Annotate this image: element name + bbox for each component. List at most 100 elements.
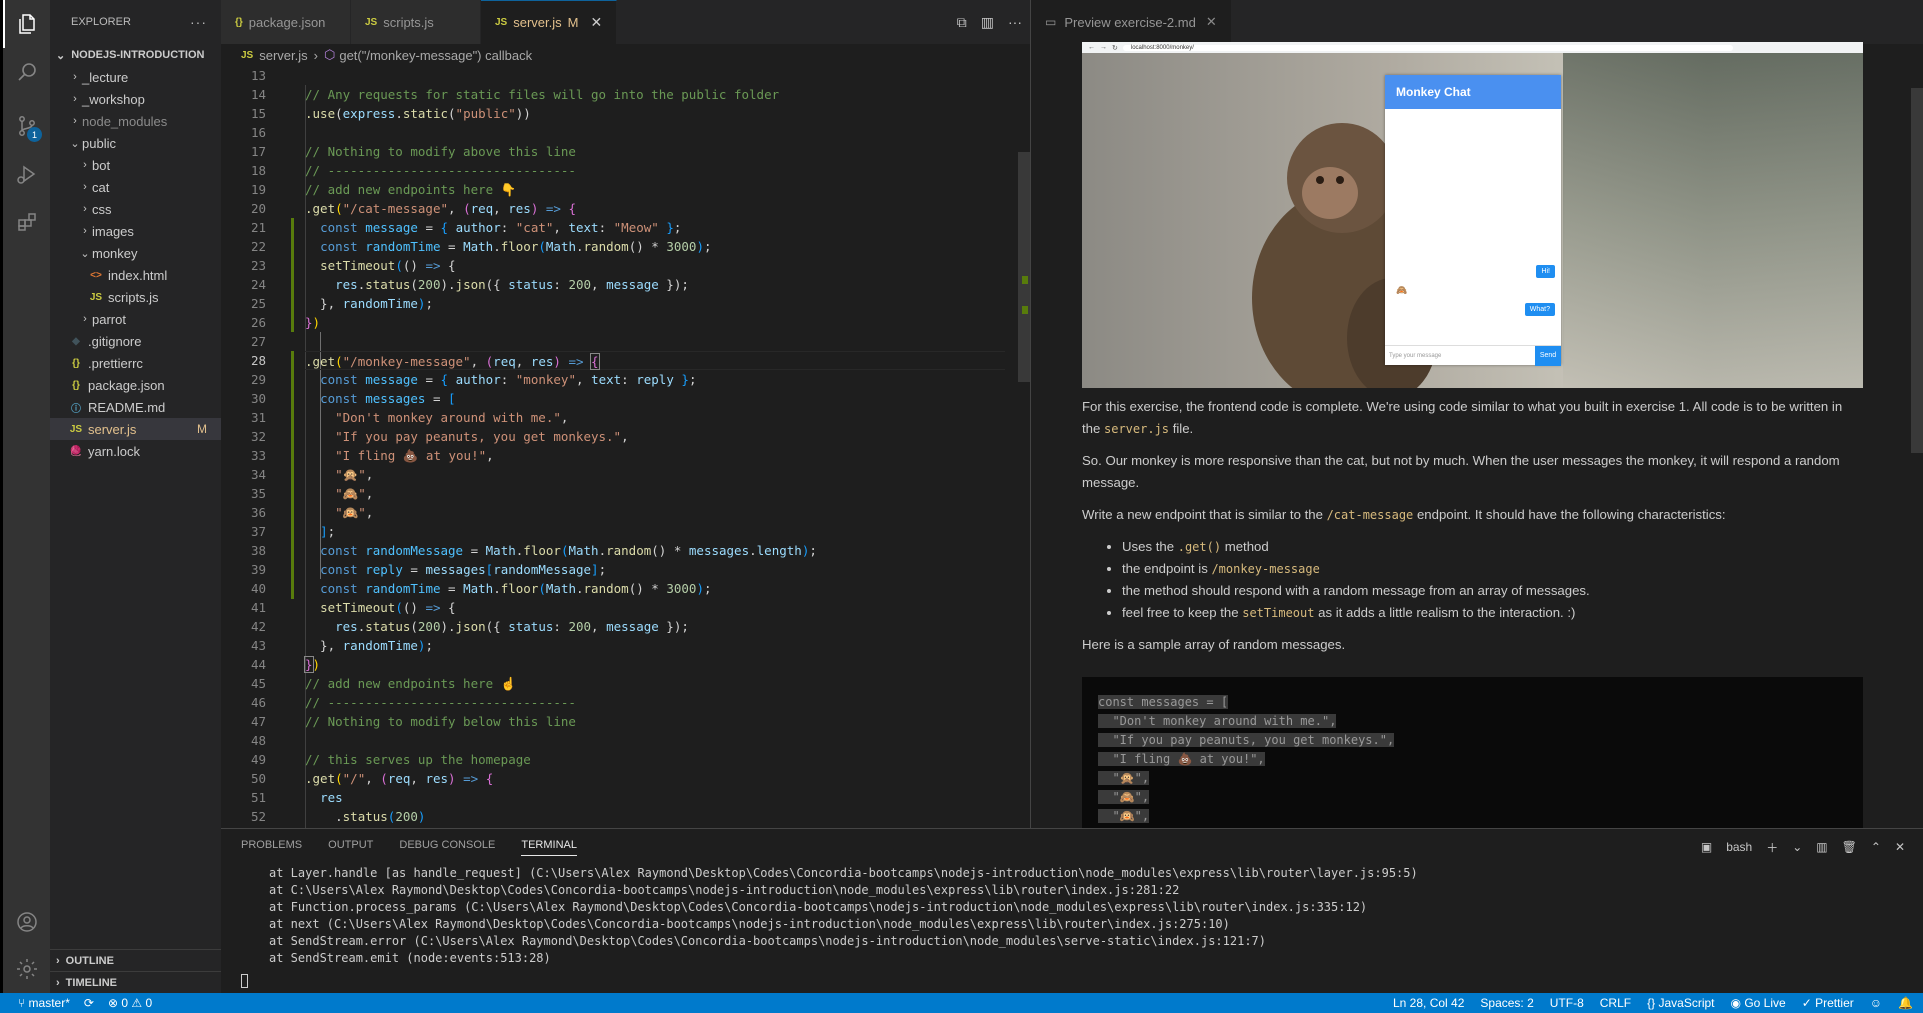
new-terminal-icon[interactable]: ＋: [1766, 839, 1778, 856]
split-editor-icon[interactable]: ▥: [981, 14, 994, 31]
maximize-panel-icon[interactable]: ⌃: [1871, 840, 1881, 854]
split-terminal-icon[interactable]: ▥: [1816, 840, 1827, 854]
breadcrumb-symbol[interactable]: get("/monkey-message") callback: [339, 48, 532, 63]
tree-item[interactable]: ◆ .gitignore: [50, 330, 221, 352]
prettier-button[interactable]: ✓ Prettier: [1802, 996, 1854, 1010]
code-line[interactable]: "🙊",: [305, 465, 1005, 484]
tree-item[interactable]: › node_modules: [50, 110, 221, 132]
code-line[interactable]: }, randomTime);: [305, 294, 1005, 313]
editor-tab[interactable]: {} package.json: [221, 0, 351, 44]
code-line[interactable]: res: [305, 788, 1005, 807]
panel-tab-problems[interactable]: PROBLEMS: [241, 839, 302, 856]
code-line[interactable]: const messages = [: [305, 389, 1005, 408]
tree-item[interactable]: <> index.html: [50, 264, 221, 286]
more-actions-icon[interactable]: ···: [1008, 14, 1022, 30]
code-line[interactable]: .use(express.static("public")): [305, 104, 1005, 123]
code-line[interactable]: // ---------------------------------: [305, 161, 1005, 180]
code-line[interactable]: ];: [305, 522, 1005, 541]
workspace-root[interactable]: ⌄ NODEJS-INTRODUCTION: [50, 44, 221, 66]
code-line[interactable]: res.status(200).json({ status: 200, mess…: [305, 275, 1005, 294]
code-line[interactable]: [305, 731, 1005, 750]
editor-tab[interactable]: JS scripts.js: [351, 0, 481, 44]
code-line[interactable]: }): [305, 313, 1005, 332]
problems-item[interactable]: ⊗ 0 ⚠ 0: [108, 996, 152, 1010]
code-line[interactable]: .get("/", (req, res) => {: [305, 769, 1005, 788]
code-line[interactable]: setTimeout(() => {: [305, 598, 1005, 617]
panel-tab-debug-console[interactable]: DEBUG CONSOLE: [399, 839, 495, 856]
code-line[interactable]: // Nothing to modify above this line: [305, 142, 1005, 161]
language-mode[interactable]: {} JavaScript: [1647, 996, 1714, 1010]
feedback-icon[interactable]: ☺: [1870, 996, 1882, 1010]
tree-item[interactable]: › bot: [50, 154, 221, 176]
code-line[interactable]: // add new endpoints here 👇: [305, 180, 1005, 199]
code-editor[interactable]: 13 14 15 16 17 18 19 20 21 22 23 24 25 26 27 28 29 30 31 32…: [221, 66, 1030, 828]
tree-item[interactable]: › _workshop: [50, 88, 221, 110]
tree-item[interactable]: JS server.js M: [50, 418, 221, 440]
sync-icon[interactable]: ⟳: [84, 996, 94, 1010]
code-lines[interactable]: // Any requests for static files will go…: [304, 66, 1005, 826]
preview-scrollbar[interactable]: [1911, 88, 1923, 453]
tree-item[interactable]: › _lecture: [50, 66, 221, 88]
editor-tab[interactable]: JS server.js M ✕: [481, 0, 618, 44]
code-line[interactable]: const randomTime = Math.floor(Math.rando…: [305, 237, 1005, 256]
tree-item[interactable]: JS scripts.js: [50, 286, 221, 308]
bell-icon[interactable]: 🔔: [1898, 996, 1913, 1010]
account-icon[interactable]: [3, 898, 50, 946]
panel-tab-output[interactable]: OUTPUT: [328, 839, 373, 856]
preview-tab[interactable]: ▭ Preview exercise-2.md ✕: [1031, 0, 1231, 44]
more-actions-icon[interactable]: ···: [190, 14, 207, 30]
terminal-output[interactable]: at Layer.handle [as handle_request] (C:\…: [221, 865, 1923, 967]
breadcrumb-file[interactable]: server.js: [259, 48, 307, 63]
search-icon[interactable]: [3, 48, 50, 96]
code-line[interactable]: res.status(200).json({ status: 200, mess…: [305, 617, 1005, 636]
trash-icon[interactable]: 🗑: [1842, 840, 1857, 854]
code-line[interactable]: // Nothing to modify below this line: [305, 712, 1005, 731]
tree-item[interactable]: › css: [50, 198, 221, 220]
chevron-down-icon[interactable]: ⌄: [1792, 840, 1802, 854]
code-line[interactable]: const message = { author: "monkey", text…: [305, 370, 1005, 389]
tree-item[interactable]: ⌄ public: [50, 132, 221, 154]
code-line[interactable]: // add new endpoints here ☝️: [305, 674, 1005, 693]
tree-item[interactable]: 🧶 yarn.lock: [50, 440, 221, 462]
code-line[interactable]: .status(200): [305, 807, 1005, 826]
terminal-shell-name[interactable]: bash: [1726, 840, 1752, 854]
source-control-icon[interactable]: 1: [3, 102, 50, 150]
run-debug-icon[interactable]: [3, 150, 50, 198]
code-line[interactable]: const reply = messages[randomMessage];: [305, 560, 1005, 579]
tree-item[interactable]: {} .prettierrc: [50, 352, 221, 374]
code-line[interactable]: // ---------------------------------: [305, 693, 1005, 712]
code-line[interactable]: .get("/monkey-message", (req, res) => {: [305, 351, 1005, 370]
tree-item[interactable]: ⓘ README.md: [50, 396, 221, 418]
code-line[interactable]: "I fling 💩 at you!",: [305, 446, 1005, 465]
panel-tab-terminal[interactable]: TERMINAL: [521, 839, 577, 856]
close-icon[interactable]: ✕: [1206, 14, 1217, 30]
code-line[interactable]: // Any requests for static files will go…: [305, 85, 1005, 104]
indentation[interactable]: Spaces: 2: [1480, 996, 1533, 1010]
tree-item[interactable]: › cat: [50, 176, 221, 198]
code-line[interactable]: "🙉",: [305, 503, 1005, 522]
code-line[interactable]: [305, 332, 1005, 351]
code-line[interactable]: const randomTime = Math.floor(Math.rando…: [305, 579, 1005, 598]
settings-gear-icon[interactable]: [3, 945, 50, 993]
code-line[interactable]: .get("/cat-message", (req, res) => {: [305, 199, 1005, 218]
code-line[interactable]: }, randomTime);: [305, 636, 1005, 655]
tree-item[interactable]: {} package.json: [50, 374, 221, 396]
code-line[interactable]: "Don't monkey around with me.",: [305, 408, 1005, 427]
code-line[interactable]: [305, 66, 1005, 85]
tree-item[interactable]: › images: [50, 220, 221, 242]
branch-item[interactable]: ⑂ master*: [18, 996, 70, 1010]
code-line[interactable]: // this serves up the homepage: [305, 750, 1005, 769]
timeline-section[interactable]: › TIMELINE: [50, 971, 221, 993]
code-line[interactable]: setTimeout(() => {: [305, 256, 1005, 275]
close-icon[interactable]: ✕: [1895, 840, 1905, 854]
tree-item[interactable]: ⌄ monkey: [50, 242, 221, 264]
code-line[interactable]: }): [304, 655, 1005, 674]
editor-scrollbar[interactable]: [1018, 152, 1030, 382]
code-line[interactable]: "🙈",: [305, 484, 1005, 503]
extensions-icon[interactable]: [3, 198, 50, 246]
code-line[interactable]: "If you pay peanuts, you get monkeys.",: [305, 427, 1005, 446]
outline-section[interactable]: › OUTLINE: [50, 949, 221, 971]
line-ending[interactable]: CRLF: [1600, 996, 1631, 1010]
go-live-button[interactable]: ◉ Go Live: [1731, 996, 1786, 1010]
explorer-icon[interactable]: [3, 0, 50, 48]
